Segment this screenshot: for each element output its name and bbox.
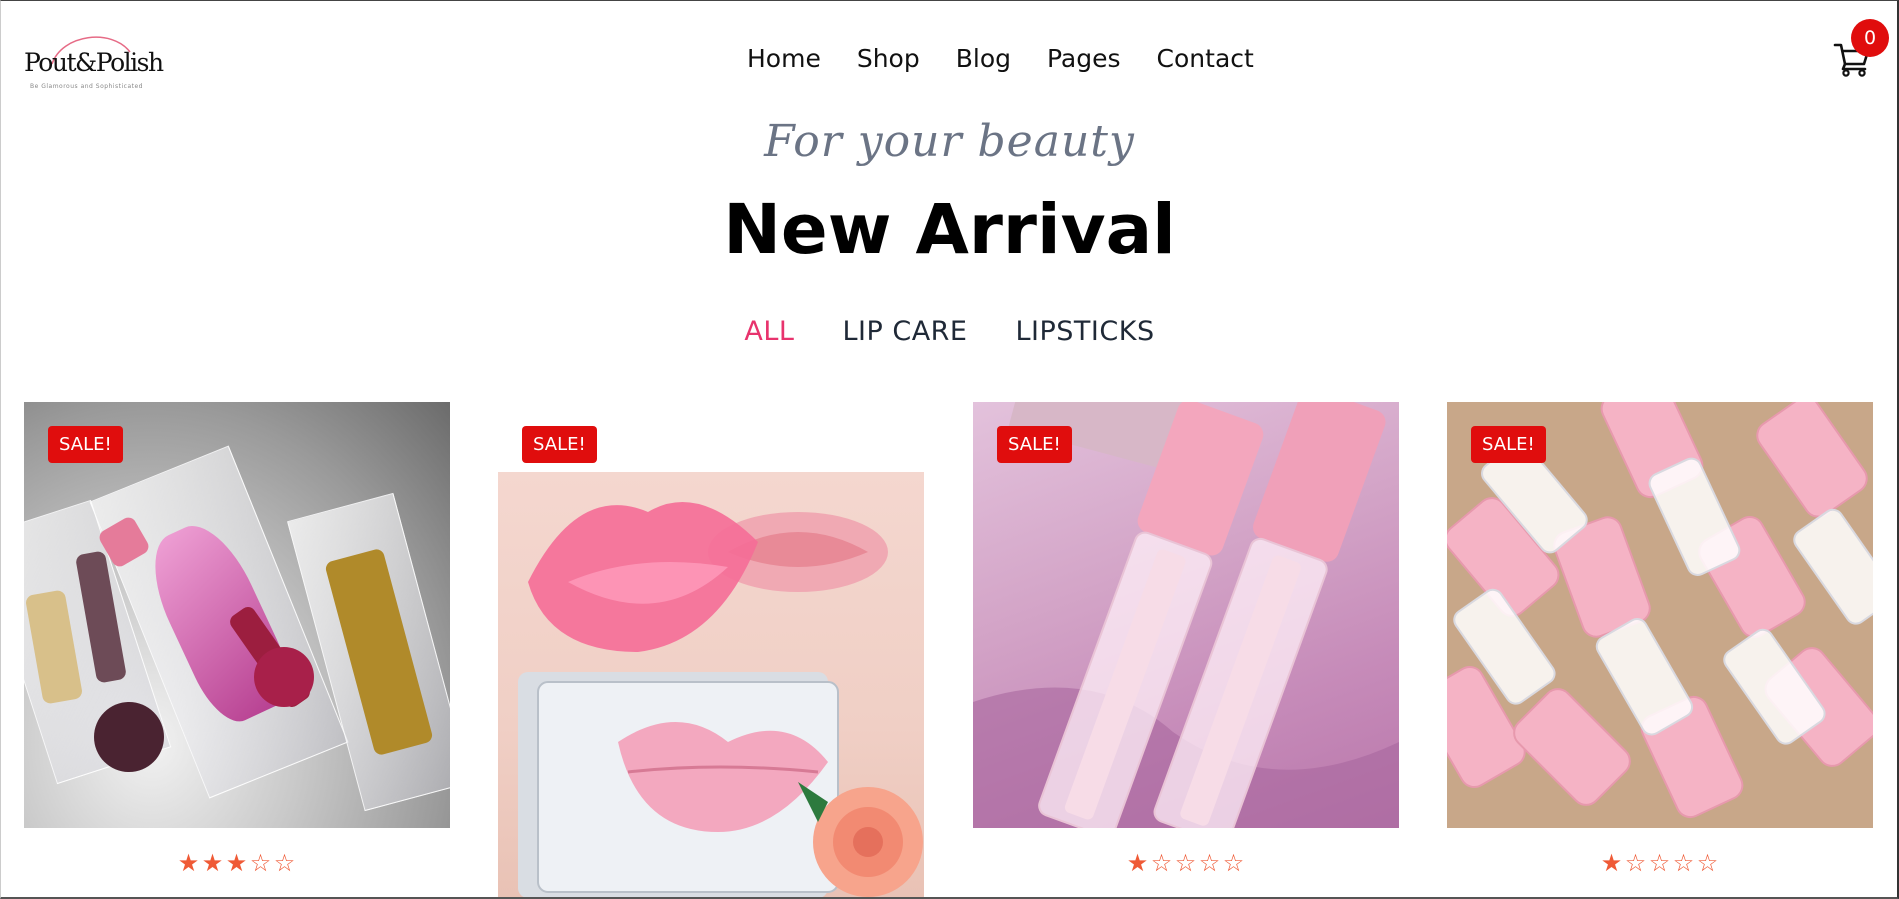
star-empty-icon: ☆: [1222, 849, 1246, 877]
nav-home[interactable]: Home: [747, 44, 821, 73]
star-filled-icon: ★: [1126, 849, 1150, 877]
main-nav: Home Shop Blog Pages Contact: [747, 44, 1254, 73]
filter-all[interactable]: ALL: [744, 316, 794, 347]
star-filled-icon: ★: [201, 849, 225, 877]
nav-shop[interactable]: Shop: [857, 44, 920, 73]
star-empty-icon: ☆: [1648, 849, 1672, 877]
product-image[interactable]: [24, 402, 450, 828]
sale-badge: SALE!: [522, 426, 597, 463]
star-filled-icon: ★: [177, 849, 201, 877]
star-filled-icon: ★: [1600, 849, 1624, 877]
filter-lipsticks[interactable]: LIPSTICKS: [1016, 316, 1155, 347]
brand-tagline: Be Glamorous and Sophisticated: [30, 83, 143, 90]
star-filled-icon: ★: [225, 849, 249, 877]
star-empty-icon: ☆: [1174, 849, 1198, 877]
star-empty-icon: ☆: [1672, 849, 1696, 877]
star-empty-icon: ☆: [1696, 849, 1720, 877]
product-image[interactable]: [973, 402, 1399, 828]
category-filters: ALL LIP CARE LIPSTICKS: [0, 316, 1899, 347]
section-title: New Arrival: [723, 190, 1176, 270]
brand-name: Pout&Polish: [24, 48, 164, 77]
star-empty-icon: ☆: [249, 849, 273, 877]
filter-lip-care[interactable]: LIP CARE: [842, 316, 967, 347]
sale-badge: SALE!: [997, 426, 1072, 463]
star-empty-icon: ☆: [273, 849, 297, 877]
star-empty-icon: ☆: [1198, 849, 1222, 877]
section-kicker: For your beauty: [764, 116, 1135, 167]
nav-blog[interactable]: Blog: [956, 44, 1011, 73]
cart-count-badge: 0: [1851, 19, 1889, 57]
sale-badge: SALE!: [48, 426, 123, 463]
star-rating: ★☆☆☆☆: [1447, 849, 1873, 877]
star-rating: ★★★☆☆: [24, 849, 450, 877]
product-image[interactable]: [1447, 402, 1873, 828]
product-image[interactable]: [498, 402, 924, 899]
star-empty-icon: ☆: [1150, 849, 1174, 877]
star-empty-icon: ☆: [1624, 849, 1648, 877]
nav-pages[interactable]: Pages: [1047, 44, 1121, 73]
star-rating: ★☆☆☆☆: [973, 849, 1399, 877]
brand-logo[interactable]: Pout&Polish Be Glamorous and Sophisticat…: [24, 28, 164, 92]
sale-badge: SALE!: [1471, 426, 1546, 463]
nav-contact[interactable]: Contact: [1157, 44, 1254, 73]
